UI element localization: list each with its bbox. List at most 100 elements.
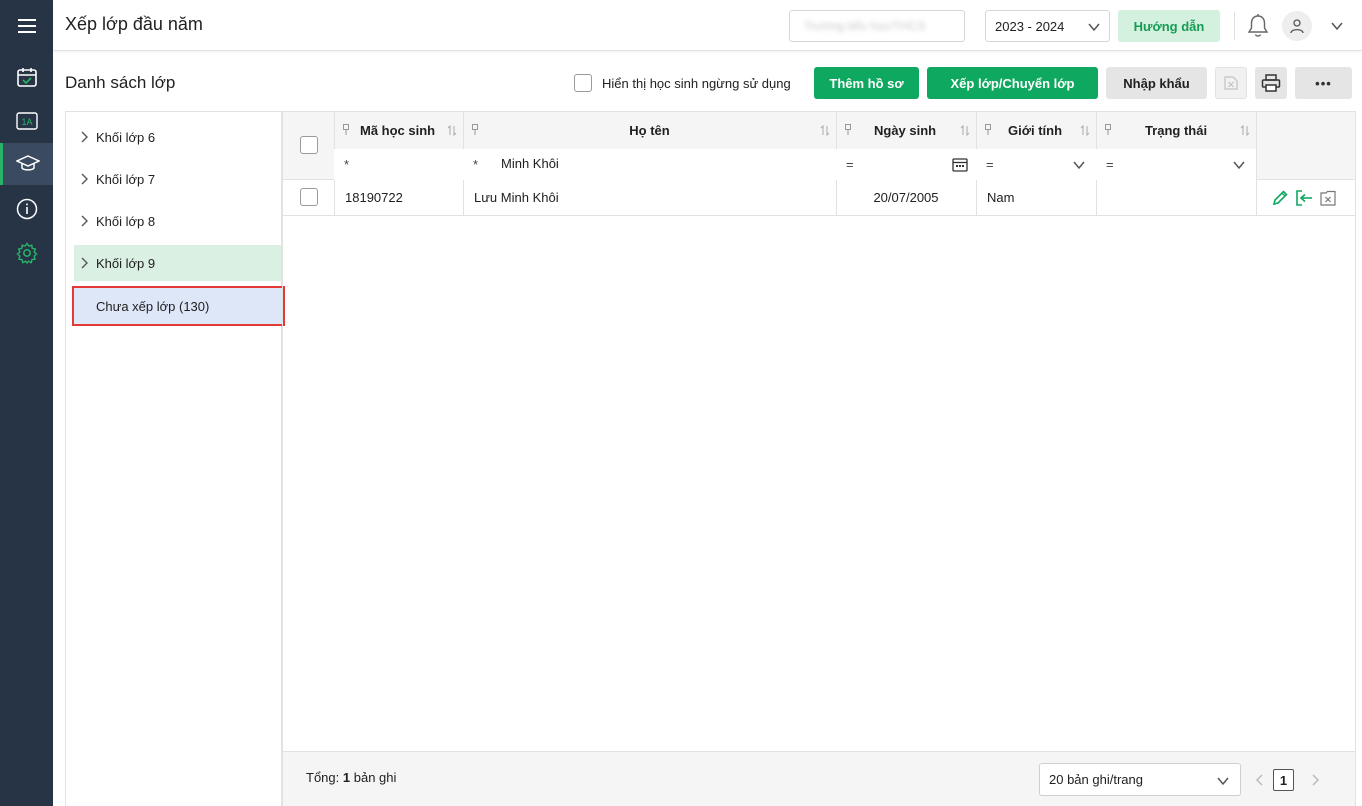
column-header-label: Mã học sinh (360, 123, 436, 138)
chevron-right-icon[interactable] (74, 215, 96, 227)
pin-icon[interactable] (342, 124, 350, 136)
page-size-value: 20 bản ghi/trang (1049, 772, 1143, 787)
edit-icon[interactable] (1271, 189, 1289, 207)
cell-name: Lưu Minh Khôi (474, 190, 559, 205)
page-title: Xếp lớp đầu năm (65, 14, 203, 34)
tree-item-label: Khối lớp 7 (96, 171, 156, 187)
column-header-code[interactable]: Mã học sinh (334, 112, 463, 149)
nav-rail: 1A (0, 0, 53, 806)
tree-item-unassigned[interactable]: Chưa xếp lớp (130) (72, 286, 285, 326)
delete-file-icon (1224, 76, 1238, 90)
tree-item-grade-8[interactable]: Khối lớp 8 (74, 203, 281, 239)
print-button[interactable] (1255, 67, 1287, 99)
delete-file-icon[interactable] (1320, 190, 1336, 206)
pin-icon[interactable] (1104, 124, 1112, 136)
chevron-right-icon[interactable] (74, 131, 96, 143)
filter-operator[interactable]: = (1106, 157, 1114, 172)
tree-item-label: Khối lớp 9 (96, 255, 156, 271)
column-header-label: Trạng thái (1144, 123, 1208, 138)
tree-item-grade-7[interactable]: Khối lớp 7 (74, 161, 281, 197)
printer-icon (1261, 74, 1281, 92)
column-header-gender[interactable]: Giới tính (976, 112, 1096, 149)
section-title: Danh sách lớp (65, 73, 176, 92)
show-inactive-toggle[interactable]: Hiển thị học sinh ngừng sử dụng (574, 74, 791, 92)
sort-icon[interactable] (820, 125, 830, 136)
class-1a-icon[interactable]: 1A (0, 100, 53, 142)
settings-icon[interactable] (0, 232, 53, 274)
chevron-down-icon (1088, 23, 1100, 32)
tree-item-label: Chưa xếp lớp (130) (96, 298, 210, 314)
pin-icon[interactable] (471, 124, 479, 136)
info-icon[interactable] (0, 188, 53, 230)
sort-icon[interactable] (1240, 125, 1250, 136)
total-suffix: bản ghi (353, 770, 397, 785)
chevron-down-icon (1217, 777, 1229, 786)
chevron-down-icon[interactable] (1232, 158, 1246, 172)
total-records: Tổng: 1 bản ghi (306, 770, 396, 785)
school-year-select[interactable]: 2023 - 2024 (985, 10, 1110, 42)
avatar[interactable] (1282, 11, 1312, 41)
pin-icon[interactable] (844, 124, 852, 136)
page-number-button[interactable]: 1 (1273, 769, 1294, 791)
select-all-checkbox[interactable] (300, 136, 318, 154)
import-button[interactable]: Nhập khẩu (1106, 67, 1207, 99)
tree-item-grade-6[interactable]: Khối lớp 6 (74, 119, 281, 155)
calendar-icon[interactable] (0, 56, 53, 98)
tree-item-grade-9[interactable]: Khối lớp 9 (74, 245, 281, 281)
filter-dob[interactable]: = (836, 149, 976, 180)
class-tree: Khối lớp 6 Khối lớp 7 Khối lớp 8 Khối lớ… (65, 111, 285, 806)
tree-item-label: Khối lớp 8 (96, 213, 156, 229)
filter-gender[interactable]: = (976, 149, 1096, 180)
school-select-value: Trường tiểu học/THCS (804, 19, 926, 33)
column-header-dob[interactable]: Ngày sinh (836, 112, 976, 149)
show-inactive-label: Hiển thị học sinh ngừng sử dụng (602, 75, 791, 91)
user-icon (1290, 19, 1304, 34)
prev-page-icon[interactable] (1255, 773, 1265, 787)
sort-icon[interactable] (960, 125, 970, 136)
delete-button[interactable] (1215, 67, 1247, 99)
filter-status[interactable]: = (1096, 149, 1256, 180)
pin-icon[interactable] (984, 124, 992, 136)
chevron-right-icon[interactable] (74, 257, 96, 269)
sort-icon[interactable] (447, 125, 457, 136)
tree-item-label: Khối lớp 6 (96, 129, 156, 145)
chevron-right-icon[interactable] (74, 173, 96, 185)
student-grid: Mã học sinh Họ tên Ngày sinh Giới tính T… (282, 111, 1356, 806)
filter-operator[interactable]: = (986, 157, 994, 172)
menu-icon[interactable] (0, 5, 53, 47)
graduation-cap-icon[interactable] (0, 143, 53, 185)
filter-operator[interactable]: * (344, 157, 349, 172)
add-profile-button[interactable]: Thêm hồ sơ (814, 67, 919, 99)
transfer-icon[interactable] (1295, 189, 1313, 207)
total-prefix: Tổng: (306, 770, 340, 785)
bell-icon[interactable] (1246, 13, 1270, 42)
table-row[interactable]: 18190722 Lưu Minh Khôi 20/07/2005 Nam (283, 180, 1355, 216)
cell-gender: Nam (987, 190, 1015, 205)
row-checkbox[interactable] (300, 188, 318, 206)
guide-button[interactable]: Hướng dẫn (1118, 10, 1220, 42)
filter-code[interactable]: * (334, 149, 463, 180)
more-icon: ••• (1315, 75, 1332, 91)
show-inactive-checkbox[interactable] (574, 74, 592, 92)
header-divider (1234, 12, 1235, 40)
assign-class-button[interactable]: Xếp lớp/Chuyển lớp (927, 67, 1098, 99)
user-menu-chevron-icon[interactable] (1330, 19, 1344, 33)
next-page-icon[interactable] (1310, 773, 1320, 787)
grid-header: Mã học sinh Họ tên Ngày sinh Giới tính T… (283, 112, 1355, 180)
column-header-label: Ngày sinh (874, 123, 937, 138)
calendar-icon[interactable] (952, 157, 968, 172)
more-button[interactable]: ••• (1295, 67, 1352, 99)
filter-operator[interactable]: = (846, 157, 854, 172)
page-size-select[interactable]: 20 bản ghi/trang (1039, 763, 1241, 796)
column-header-label: Họ tên (629, 123, 670, 138)
total-count: 1 (342, 770, 351, 785)
sort-icon[interactable] (1080, 125, 1090, 136)
filter-name[interactable]: * Minh Khôi (463, 149, 836, 180)
column-header-status[interactable]: Trạng thái (1096, 112, 1256, 149)
app-header: Xếp lớp đầu năm Trường tiểu học/THCS 202… (53, 0, 1362, 51)
filter-name-input[interactable]: Minh Khôi (501, 156, 559, 171)
column-header-name[interactable]: Họ tên (463, 112, 836, 149)
school-select[interactable]: Trường tiểu học/THCS (789, 10, 965, 42)
chevron-down-icon[interactable] (1072, 158, 1086, 172)
filter-operator[interactable]: * (473, 157, 478, 172)
